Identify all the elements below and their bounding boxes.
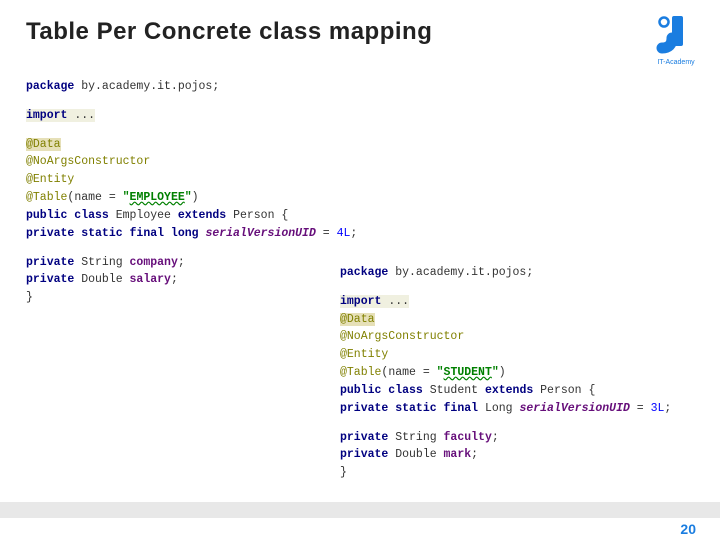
code-line: package by.academy.it.pojos; — [26, 78, 357, 96]
logo-icon — [652, 10, 700, 58]
footer-bar — [0, 502, 720, 518]
slide-title: Table Per Concrete class mapping — [26, 18, 432, 46]
logo: IT-Academy — [652, 10, 700, 66]
code-line: @Data — [26, 136, 357, 154]
code-line: @NoArgsConstructor — [26, 153, 357, 171]
code-line: private String company; — [26, 254, 357, 272]
code-line: private Double mark; — [340, 446, 671, 464]
code-line: @Entity — [26, 171, 357, 189]
code-line: } — [26, 289, 357, 307]
code-line: private Double salary; — [26, 271, 357, 289]
logo-text: IT-Academy — [652, 59, 700, 66]
code-line: private static final Long serialVersionU… — [340, 400, 671, 418]
code-line: @Entity — [340, 346, 671, 364]
code-line: public class Employee extends Person { — [26, 207, 357, 225]
code-line: } — [340, 464, 671, 482]
page-number: 20 — [680, 521, 696, 537]
code-line: @Table(name = "STUDENT") — [340, 364, 671, 382]
code-line: private String faculty; — [340, 429, 671, 447]
code-line: import ... — [340, 293, 671, 311]
code-block-employee: package by.academy.it.pojos; import ... … — [26, 78, 357, 307]
slide: Table Per Concrete class mapping IT-Acad… — [0, 0, 720, 540]
code-line: @NoArgsConstructor — [340, 328, 671, 346]
code-line: import ... — [26, 107, 357, 125]
code-line: @Data — [340, 311, 671, 329]
code-line: package by.academy.it.pojos; — [340, 264, 671, 282]
code-block-student: package by.academy.it.pojos; import ... … — [340, 264, 671, 482]
code-line: public class Student extends Person { — [340, 382, 671, 400]
code-line: private static final long serialVersionU… — [26, 225, 357, 243]
code-line: @Table(name = "EMPLOYEE") — [26, 189, 357, 207]
